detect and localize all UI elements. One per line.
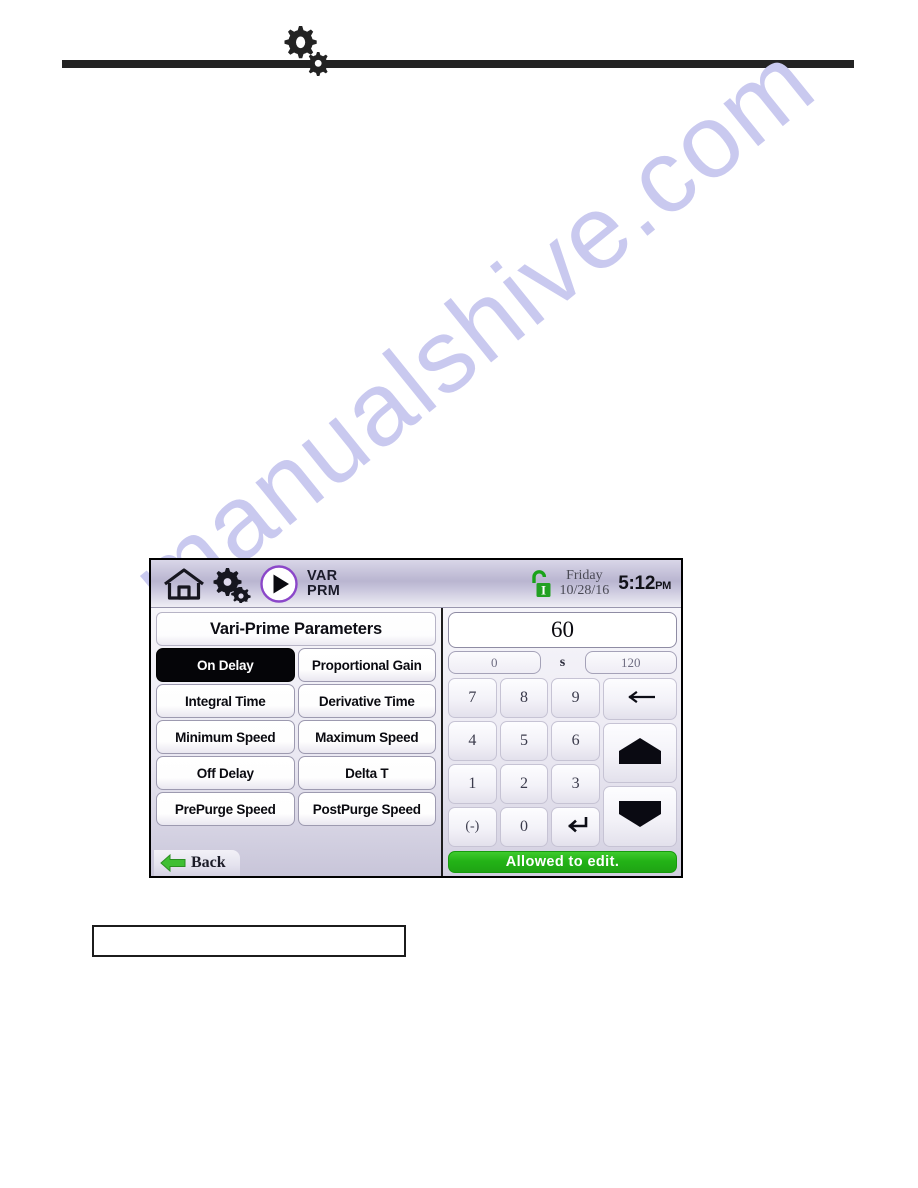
green-left-arrow-icon <box>160 853 186 873</box>
device-status-bar: VAR PRM I Friday 10/28/16 5:12PM <box>151 560 681 608</box>
key-enter[interactable] <box>551 807 600 847</box>
key-8[interactable]: 8 <box>499 678 549 718</box>
enter-return-icon <box>564 816 588 838</box>
key-2[interactable]: 2 <box>499 764 549 804</box>
page-header <box>0 0 918 100</box>
day-label: Friday <box>566 567 603 583</box>
back-button[interactable]: Back <box>154 850 240 876</box>
double-gear-icon <box>275 22 337 80</box>
back-row: Back <box>154 850 440 876</box>
key-3[interactable]: 3 <box>551 764 600 804</box>
param-button-postpurge-speed[interactable]: PostPurge Speed <box>297 792 436 826</box>
status-badge-label: Allowed to edit. <box>505 854 620 870</box>
date-label: 10/28/16 <box>559 582 610 598</box>
caption-box <box>92 925 406 957</box>
param-button-proportional-gain[interactable]: Proportional Gain <box>297 648 436 682</box>
key-6[interactable]: 6 <box>551 721 600 761</box>
gear-icon[interactable] <box>211 565 253 603</box>
clock-time: 5:12 <box>618 572 656 594</box>
svg-text:I: I <box>541 582 546 597</box>
home-icon[interactable] <box>161 565 207 603</box>
status-bar-right-cluster: I Friday 10/28/16 5:12PM <box>530 568 675 600</box>
numeric-entry-panel: 60 0 s 120 7 8 9 4 5 6 1 2 3 (-) 0 Allow… <box>443 608 681 876</box>
param-button-maximum-speed[interactable]: Maximum Speed <box>297 720 436 754</box>
key-4[interactable]: 4 <box>448 721 497 761</box>
watermark-text: manualshive.com <box>110 22 836 641</box>
clock-display: 5:12PM <box>618 573 671 595</box>
key-1[interactable]: 1 <box>448 764 497 804</box>
min-value-box: 0 <box>448 651 541 674</box>
backspace-arrow-icon <box>625 690 656 708</box>
param-button-derivative-time[interactable]: Derivative Time <box>297 684 436 718</box>
date-display: Friday 10/28/16 <box>559 567 610 598</box>
screen-code-label: VAR PRM <box>307 567 341 599</box>
screen-code-line2: PRM <box>307 582 341 599</box>
back-label: Back <box>191 854 226 871</box>
param-button-on-delay[interactable]: On Delay <box>156 648 295 682</box>
digit-grid: 7 8 9 4 5 6 1 2 3 (-) 0 <box>448 678 600 847</box>
max-value-box: 120 <box>584 651 677 674</box>
scroll-down-key[interactable] <box>603 786 677 847</box>
key-5[interactable]: 5 <box>499 721 549 761</box>
param-button-prepurge-speed[interactable]: PrePurge Speed <box>156 792 295 826</box>
scroll-up-key[interactable] <box>603 722 677 784</box>
device-screenshot: VAR PRM I Friday 10/28/16 5:12PM Vari-Pr… <box>149 558 683 878</box>
range-row: 0 s 120 <box>448 651 677 674</box>
param-button-delta-t[interactable]: Delta T <box>297 756 436 790</box>
value-display[interactable]: 60 <box>448 612 677 648</box>
parameter-grid: On Delay Proportional Gain Integral Time… <box>154 648 438 826</box>
status-badge: Allowed to edit. <box>448 851 677 873</box>
unit-label: s <box>559 654 566 670</box>
backspace-key[interactable] <box>603 678 677 720</box>
down-arrow-icon <box>618 800 662 833</box>
header-divider-rule <box>62 60 854 68</box>
up-arrow-icon <box>618 737 662 770</box>
key-0[interactable]: 0 <box>499 807 549 847</box>
parameter-list-panel: Vari-Prime Parameters On Delay Proportio… <box>151 608 443 876</box>
param-button-integral-time[interactable]: Integral Time <box>156 684 295 718</box>
key-negate[interactable]: (-) <box>448 807 497 847</box>
play-icon[interactable] <box>259 564 299 604</box>
param-button-off-delay[interactable]: Off Delay <box>156 756 295 790</box>
unlocked-padlock-icon[interactable]: I <box>530 568 552 600</box>
device-body: Vari-Prime Parameters On Delay Proportio… <box>151 608 681 876</box>
screen-code-line1: VAR <box>307 567 338 584</box>
numeric-keypad: 7 8 9 4 5 6 1 2 3 (-) 0 <box>448 678 677 847</box>
side-key-column <box>603 678 677 847</box>
param-button-minimum-speed[interactable]: Minimum Speed <box>156 720 295 754</box>
key-7[interactable]: 7 <box>448 678 497 718</box>
panel-title: Vari-Prime Parameters <box>156 612 436 646</box>
clock-ampm: PM <box>655 579 671 592</box>
key-9[interactable]: 9 <box>551 678 600 718</box>
